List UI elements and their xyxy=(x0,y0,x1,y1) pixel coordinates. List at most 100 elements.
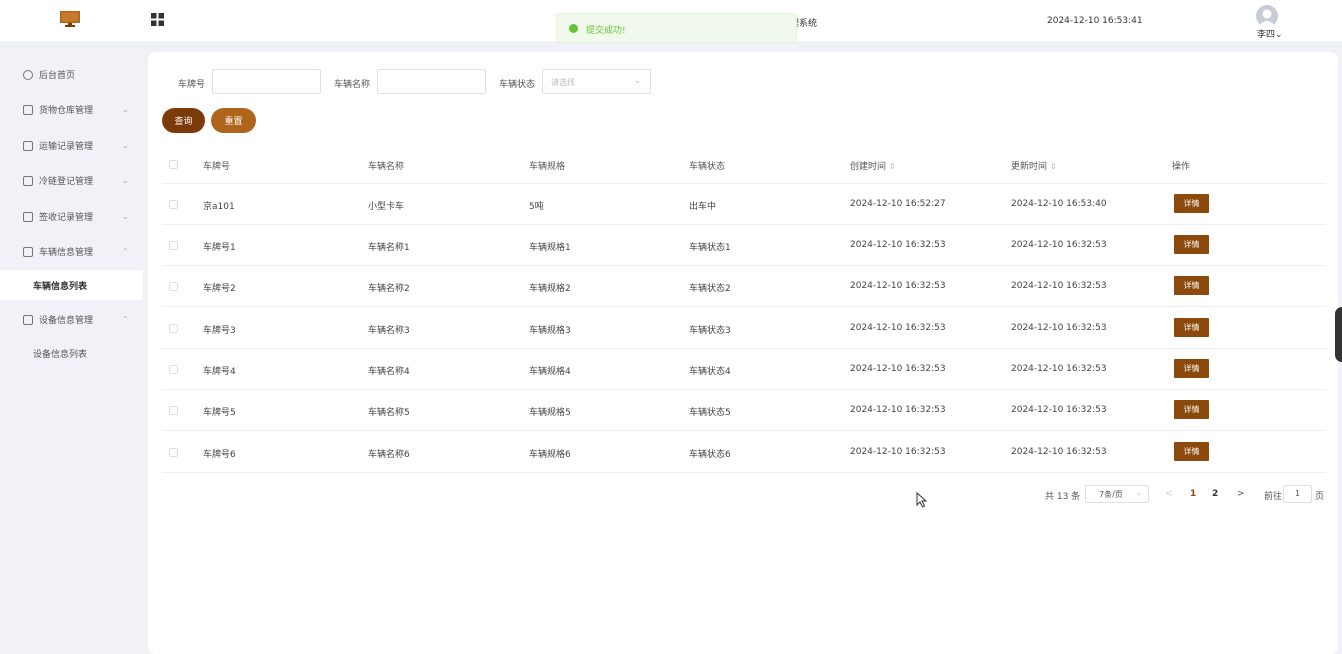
chevron-down-icon: ⌄ xyxy=(634,76,641,85)
sidebar-subitem-6[interactable]: 车辆信息列表 xyxy=(0,270,143,300)
row-divider xyxy=(162,430,1326,431)
detail-button[interactable]: 详情 xyxy=(1174,235,1209,254)
table-cell: 车辆规格4 xyxy=(529,367,571,377)
table-cell: 车牌号2 xyxy=(203,284,236,294)
chevron-icon: ⌄ xyxy=(122,176,129,185)
folder-icon xyxy=(23,104,33,115)
sidebar-item-0[interactable]: 后台首页 xyxy=(0,57,143,92)
app-grid-icon[interactable] xyxy=(151,13,164,26)
folder-icon xyxy=(23,140,33,151)
column-header-label: 创建时间 xyxy=(850,162,887,172)
column-header-label: 车牌号 xyxy=(203,162,231,172)
table-cell: 2024-12-10 16:52:27 xyxy=(850,199,946,209)
table-cell: 2024-12-10 16:32:53 xyxy=(850,447,946,457)
pagination-total: 共 13 条 xyxy=(1045,492,1081,502)
query-button[interactable]: 查询 xyxy=(162,108,205,133)
user-avatar[interactable] xyxy=(1256,5,1278,27)
vehicle-name-label: 车辆名称 xyxy=(334,80,371,90)
sort-icon[interactable]: ⇕ xyxy=(1050,162,1057,171)
plate-label: 车牌号 xyxy=(178,80,206,90)
chevron-icon: ⌄ xyxy=(122,212,129,221)
column-header: 操作 xyxy=(1172,159,1190,172)
row-divider xyxy=(162,224,1326,225)
row-checkbox[interactable] xyxy=(169,406,178,415)
table-cell: 车牌号4 xyxy=(203,367,236,377)
clock-icon xyxy=(23,69,33,80)
column-header[interactable]: 更新时间 ⇕ xyxy=(1011,159,1057,172)
table-cell: 车辆状态6 xyxy=(689,450,731,460)
detail-button[interactable]: 详情 xyxy=(1174,194,1209,213)
floating-side-tab[interactable] xyxy=(1335,307,1342,362)
column-header-label: 更新时间 xyxy=(1011,162,1048,172)
column-header-label: 车辆状态 xyxy=(689,162,726,172)
page-size-value: 7条/页 xyxy=(1099,490,1123,499)
row-divider xyxy=(162,183,1326,184)
table-cell: 2024-12-10 16:32:53 xyxy=(850,405,946,415)
row-checkbox[interactable] xyxy=(169,282,178,291)
table-cell: 2024-12-10 16:32:53 xyxy=(850,323,946,333)
next-page-button[interactable]: > xyxy=(1237,489,1245,499)
page-1-button[interactable]: 1 xyxy=(1190,489,1196,499)
reset-button[interactable]: 重置 xyxy=(211,108,256,133)
user-name: 李四 xyxy=(1257,30,1276,40)
table-cell: 2024-12-10 16:32:53 xyxy=(850,240,946,250)
monitor-logo-icon[interactable] xyxy=(60,11,80,27)
sidebar-item-label: 冷链登记管理 xyxy=(39,177,94,187)
detail-button[interactable]: 详情 xyxy=(1174,276,1209,295)
goto-page-input[interactable]: 1 xyxy=(1283,485,1312,503)
sidebar-item-2[interactable]: 运输记录管理 ⌄ xyxy=(0,128,143,163)
sidebar-item-5[interactable]: 车辆信息管理 ⌃ xyxy=(0,234,143,269)
table-cell: 车辆状态2 xyxy=(689,284,731,294)
goto-label: 前往 xyxy=(1264,492,1283,502)
table-cell: 2024-12-10 16:32:53 xyxy=(1011,323,1107,333)
user-menu[interactable]: 李四⌄ xyxy=(1257,27,1283,40)
vehicle-status-select[interactable]: 请选择 ⌄ xyxy=(542,69,651,94)
select-all-checkbox[interactable] xyxy=(169,160,178,169)
chevron-icon: ⌃ xyxy=(122,247,129,256)
row-checkbox[interactable] xyxy=(169,324,178,333)
folder-icon xyxy=(23,211,33,222)
table-cell: 5吨 xyxy=(529,202,544,212)
page-2-button[interactable]: 2 xyxy=(1212,489,1218,499)
detail-button[interactable]: 详情 xyxy=(1174,442,1209,461)
table-cell: 车辆规格6 xyxy=(529,450,571,460)
plate-input[interactable] xyxy=(212,69,321,94)
row-divider xyxy=(162,265,1326,266)
sidebar-subitem-8[interactable]: 设备信息列表 xyxy=(0,338,143,368)
vehicle-name-input[interactable] xyxy=(377,69,486,94)
row-checkbox[interactable] xyxy=(169,200,178,209)
sidebar-item-1[interactable]: 货物仓库管理 ⌄ xyxy=(0,92,143,127)
sort-icon[interactable]: ⇕ xyxy=(889,162,896,171)
content-card xyxy=(148,52,1338,654)
column-header: 车辆状态 xyxy=(689,159,725,172)
sidebar-item-label: 后台首页 xyxy=(39,71,76,81)
table-cell: 京a101 xyxy=(203,202,235,212)
sidebar-item-4[interactable]: 签收记录管理 ⌄ xyxy=(0,199,143,234)
header-datetime: 2024-12-10 16:53:41 xyxy=(1047,16,1143,26)
row-divider xyxy=(162,306,1326,307)
sidebar-item-7[interactable]: 设备信息管理 ⌃ xyxy=(0,302,143,337)
chevron-down-icon: ⌄ xyxy=(1275,30,1283,40)
table-cell: 车辆状态4 xyxy=(689,367,731,377)
table-cell: 车辆规格1 xyxy=(529,243,571,253)
row-checkbox[interactable] xyxy=(169,448,178,457)
toast-message: 提交成功! xyxy=(586,26,626,36)
row-checkbox[interactable] xyxy=(169,241,178,250)
detail-button[interactable]: 详情 xyxy=(1174,400,1209,419)
page-size-select[interactable]: 7条/页 ⌄ xyxy=(1085,485,1149,503)
table-cell: 车辆规格5 xyxy=(529,408,571,418)
table-cell: 车辆名称5 xyxy=(368,408,410,418)
sidebar-item-3[interactable]: 冷链登记管理 ⌄ xyxy=(0,163,143,198)
prev-page-button[interactable]: < xyxy=(1165,489,1173,499)
column-header-label: 车辆规格 xyxy=(529,162,566,172)
row-checkbox[interactable] xyxy=(169,365,178,374)
column-header[interactable]: 创建时间 ⇕ xyxy=(850,159,896,172)
table-cell: 小型卡车 xyxy=(368,202,405,212)
table-cell: 车辆规格2 xyxy=(529,284,571,294)
table-cell: 车辆名称4 xyxy=(368,367,410,377)
table-cell: 车牌号3 xyxy=(203,326,236,336)
detail-button[interactable]: 详情 xyxy=(1174,359,1209,378)
table-cell: 出车中 xyxy=(689,202,717,212)
table-cell: 2024-12-10 16:32:53 xyxy=(1011,447,1107,457)
detail-button[interactable]: 详情 xyxy=(1174,318,1209,337)
